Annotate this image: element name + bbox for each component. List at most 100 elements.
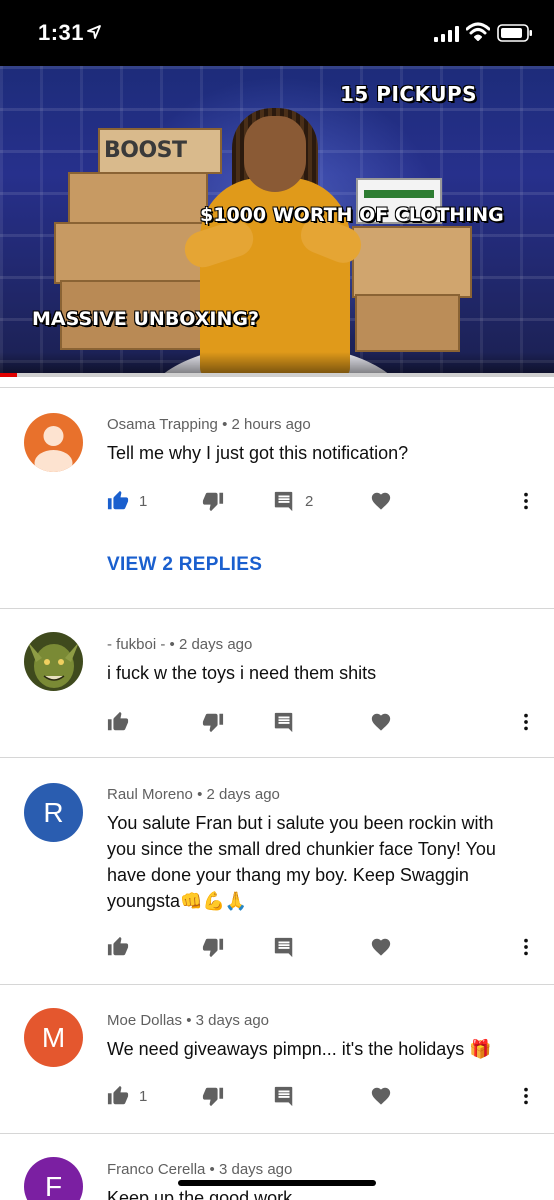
heart-icon	[371, 1087, 391, 1105]
reply-icon	[274, 1086, 293, 1107]
reply-icon	[274, 712, 293, 733]
reply-button[interactable]	[273, 1082, 295, 1110]
thumbs-up-icon	[107, 490, 129, 510]
comment-author[interactable]: Raul Moreno	[107, 786, 193, 803]
box	[68, 172, 208, 226]
avatar-photo	[24, 632, 83, 691]
person-head	[244, 116, 306, 192]
more-button[interactable]	[515, 487, 537, 515]
heart-button[interactable]	[370, 708, 392, 736]
comment: Osama Trapping • 2 hours ago Tell me why…	[0, 388, 554, 608]
meta-separator: •	[169, 636, 179, 653]
status-bar: 1:31	[0, 0, 554, 66]
comment-author[interactable]: Moe Dollas	[107, 1012, 182, 1029]
like-button[interactable]	[107, 708, 129, 736]
box-label: BOOST	[104, 138, 187, 163]
reply-icon	[274, 937, 293, 958]
reply-button[interactable]	[273, 708, 295, 736]
thumbs-up-icon	[107, 1085, 129, 1105]
box	[355, 294, 460, 352]
reply-count: 2	[305, 492, 314, 510]
avatar[interactable]: M	[24, 1008, 83, 1067]
comment-time: 2 days ago	[178, 636, 253, 653]
video-player[interactable]: BOOST 15 PICKUPS $1000 WORTH OF CLOTHING…	[0, 66, 554, 376]
reply-button[interactable]: 2	[273, 487, 313, 515]
comment-time: 3 days ago	[195, 1012, 270, 1029]
thumbs-down-icon	[202, 713, 224, 733]
view-replies-link[interactable]: VIEW 2 REPLIES	[107, 554, 262, 576]
comment-text: Keep up the good work	[107, 1188, 293, 1200]
comment-meta: - fukboi - • 2 days ago	[107, 636, 252, 653]
wifi-icon	[466, 22, 490, 41]
comment-actions: 1 2	[0, 487, 554, 515]
status-time: 1:31	[38, 20, 85, 45]
box	[352, 226, 472, 298]
video-progress-bar[interactable]	[0, 373, 554, 377]
comment-text: i fuck w the toys i need them shits	[107, 663, 377, 683]
comment-time: 2 days ago	[206, 786, 280, 803]
comment-time: 3 days ago	[218, 1161, 293, 1178]
comment: R Raul Moreno • 2 days ago You salute Fr…	[0, 758, 554, 984]
like-count: 1	[139, 492, 148, 510]
more-button[interactable]	[515, 708, 537, 736]
avatar[interactable]	[24, 413, 83, 472]
comment-actions: 1	[0, 1082, 554, 1110]
comment-actions	[0, 708, 554, 736]
heart-button[interactable]	[370, 487, 392, 515]
thumbs-down-icon	[202, 938, 224, 958]
heart-button[interactable]	[370, 933, 392, 961]
heart-icon	[371, 492, 391, 510]
dislike-button[interactable]	[202, 1082, 224, 1110]
reply-button[interactable]	[273, 933, 295, 961]
thumbs-up-icon	[107, 711, 129, 731]
like-count: 1	[139, 1087, 148, 1105]
comment-time: 2 hours ago	[231, 416, 311, 433]
meta-separator: •	[186, 1012, 196, 1029]
comment-text: You salute Fran but i salute you been ro…	[107, 813, 496, 911]
comment-actions	[0, 933, 554, 961]
reply-icon	[274, 491, 293, 512]
location-arrow-icon	[87, 25, 101, 39]
video-overlay-clothing: $1000 WORTH OF CLOTHING	[200, 204, 504, 226]
box	[54, 222, 204, 284]
home-indicator[interactable]	[178, 1180, 376, 1186]
more-vert-icon	[524, 713, 528, 731]
more-button[interactable]	[515, 933, 537, 961]
like-button[interactable]: 1	[107, 1082, 147, 1110]
more-vert-icon	[524, 492, 528, 510]
comment-author[interactable]: Osama Trapping	[107, 416, 218, 433]
comment-meta: Franco Cerella • 3 days ago	[107, 1161, 292, 1178]
comment-text: Tell me why I just got this notification…	[107, 443, 409, 463]
comment-text: We need giveaways pimpn... it's the holi…	[107, 1039, 492, 1059]
avatar[interactable]	[24, 632, 83, 691]
comment-author[interactable]: Franco Cerella	[107, 1161, 205, 1178]
thumbs-down-icon	[202, 1087, 224, 1107]
like-button[interactable]	[107, 933, 129, 961]
dislike-button[interactable]	[202, 933, 224, 961]
avatar[interactable]: F	[24, 1157, 83, 1200]
dislike-button[interactable]	[202, 708, 224, 736]
avatar-letter: M	[41, 1021, 66, 1053]
heart-icon	[371, 713, 391, 731]
comment: M Moe Dollas • 3 days ago We need giveaw…	[0, 985, 554, 1133]
battery-icon	[497, 24, 532, 42]
thumbs-up-icon	[107, 936, 129, 956]
thumbs-down-icon	[202, 492, 224, 512]
dislike-button[interactable]	[202, 487, 224, 515]
like-button[interactable]: 1	[107, 487, 147, 515]
avatar-letter: R	[43, 796, 64, 828]
avatar[interactable]: R	[24, 783, 83, 842]
comment-meta: Raul Moreno • 2 days ago	[107, 786, 280, 803]
heart-button[interactable]	[370, 1082, 392, 1110]
comment-meta: Osama Trapping • 2 hours ago	[107, 416, 311, 433]
video-progress-fill	[0, 373, 17, 377]
more-button[interactable]	[515, 1082, 537, 1110]
video-overlay-pickups: 15 PICKUPS	[340, 82, 478, 106]
comment-author[interactable]: - fukboi -	[107, 636, 165, 653]
more-vert-icon	[524, 1087, 528, 1105]
heart-icon	[371, 938, 391, 956]
cell-signal-icon	[434, 26, 459, 42]
default-avatar-icon	[24, 413, 83, 472]
comment-meta: Moe Dollas • 3 days ago	[107, 1012, 269, 1029]
comment: F Franco Cerella • 3 days ago Keep up th…	[0, 1134, 554, 1200]
